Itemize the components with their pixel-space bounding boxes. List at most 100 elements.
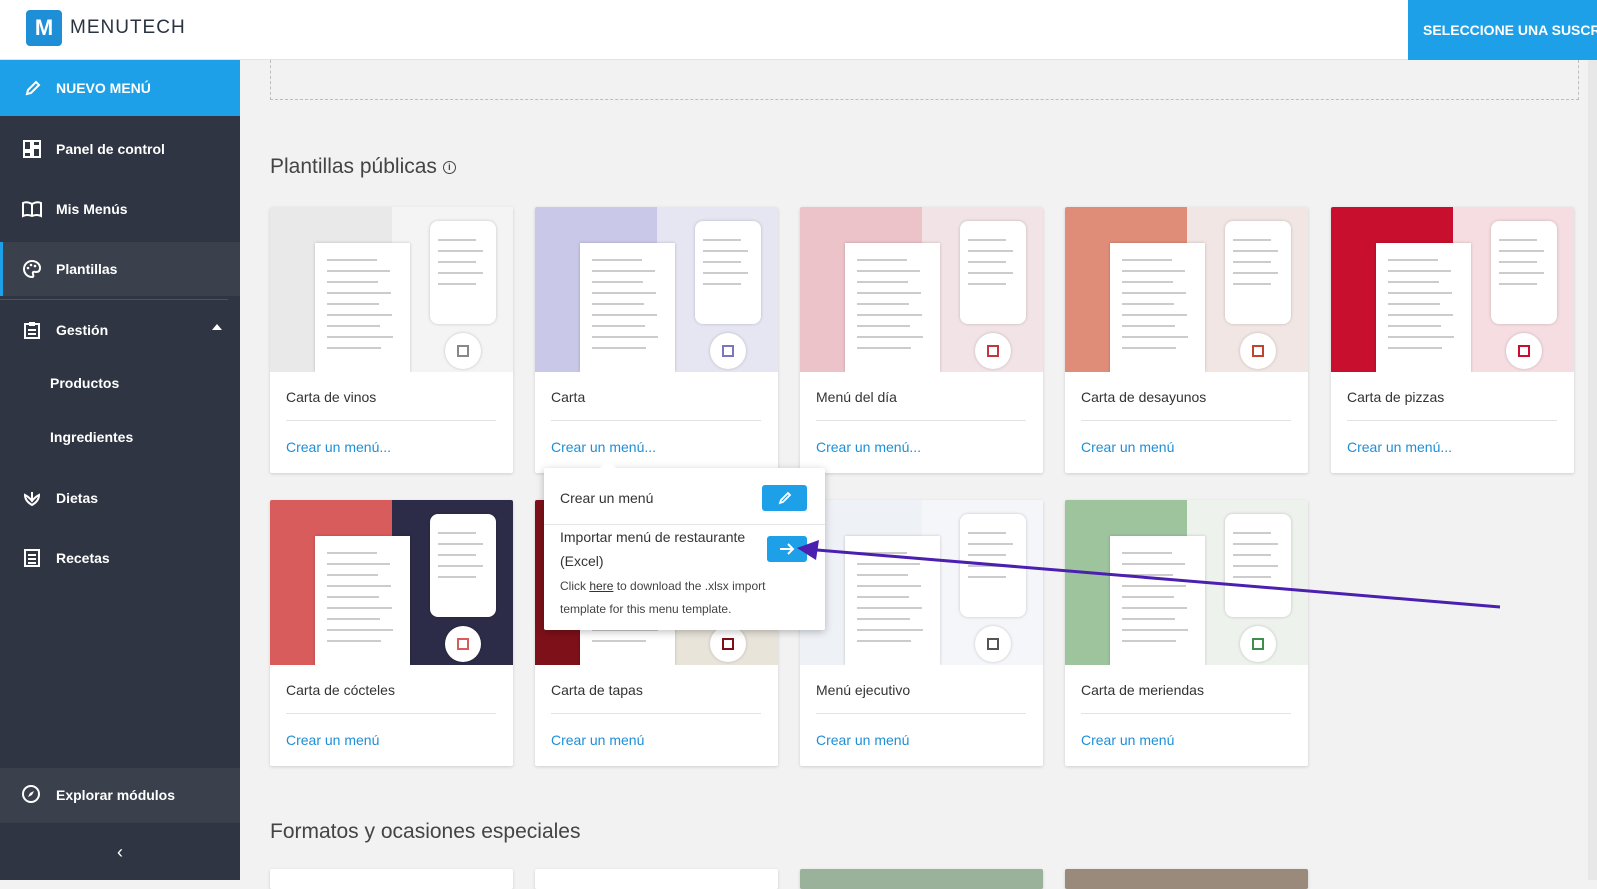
- create-menu-link[interactable]: Crear un menú...: [286, 439, 391, 455]
- card-divider: [1081, 713, 1291, 714]
- sidebar: NUEVO MENÚ Panel de control Mis Menús Pl…: [0, 60, 240, 880]
- sidebar-item-templates[interactable]: Plantillas: [0, 242, 240, 296]
- preview-paper: [1376, 243, 1471, 372]
- create-menu-link[interactable]: Crear un menú: [286, 732, 379, 748]
- preview-phone: [1491, 221, 1557, 324]
- template-preview[interactable]: [1331, 207, 1574, 372]
- template-name: Carta de meriendas: [1081, 682, 1204, 698]
- collapse-caret-icon[interactable]: [212, 324, 222, 330]
- template-card[interactable]: Carta de vinos Crear un menú...: [270, 207, 513, 473]
- template-preview[interactable]: [535, 207, 778, 372]
- template-preview[interactable]: [1065, 207, 1308, 372]
- pencil-icon: [24, 79, 42, 97]
- preview-paper: [845, 536, 940, 665]
- template-preview[interactable]: [270, 500, 513, 665]
- template-card[interactable]: Menú del día Crear un menú...: [800, 207, 1043, 473]
- card-divider: [1081, 420, 1291, 421]
- card-divider: [551, 420, 761, 421]
- sidebar-item-label: Plantillas: [56, 261, 118, 277]
- collapse-sidebar-button[interactable]: ‹: [0, 822, 240, 880]
- card-divider: [286, 713, 496, 714]
- card-divider: [1347, 420, 1557, 421]
- import-menu-label: Importar menú de restaurante (Excel): [560, 529, 746, 569]
- sidebar-item-label: Dietas: [56, 490, 99, 506]
- explore-modules-button[interactable]: Explorar módulos: [0, 768, 240, 822]
- template-card[interactable]: Carta de pizzas Crear un menú...: [1331, 207, 1574, 473]
- qr-code-icon: [445, 626, 481, 662]
- import-help-text: Click here to download the .xlsx import …: [560, 575, 810, 621]
- pencil-icon: [778, 491, 791, 505]
- template-card-partial[interactable]: [535, 869, 778, 889]
- template-preview[interactable]: [800, 207, 1043, 372]
- sidebar-item-my-menus[interactable]: Mis Menús: [0, 182, 240, 236]
- logo[interactable]: M MENUTECH: [26, 10, 186, 46]
- explore-modules-label: Explorar módulos: [56, 787, 176, 803]
- book-icon: [22, 199, 42, 219]
- template-preview[interactable]: [1065, 500, 1308, 665]
- create-menu-link[interactable]: Crear un menú: [551, 732, 644, 748]
- create-menu-link[interactable]: Crear un menú...: [1347, 439, 1452, 455]
- template-name: Carta: [551, 389, 586, 405]
- template-preview[interactable]: [270, 207, 513, 372]
- info-icon[interactable]: i: [442, 160, 456, 174]
- sidebar-subitem-products[interactable]: Productos: [50, 375, 119, 391]
- template-name: Menú del día: [816, 389, 897, 405]
- card-divider: [816, 713, 1026, 714]
- create-menu-link[interactable]: Crear un menú: [816, 732, 909, 748]
- section-title-formats: Formatos y ocasiones especiales: [270, 820, 581, 843]
- logo-text: MENUTECH: [70, 17, 186, 38]
- top-bar: M MENUTECH SELECCIONE UNA SUSCRIPCIÓN: [0, 0, 1597, 60]
- sidebar-item-dashboard[interactable]: Panel de control: [0, 122, 240, 176]
- section-title-text: Plantillas públicas: [270, 155, 437, 178]
- section-title-public-templates: Plantillas públicas i: [270, 155, 456, 179]
- create-menu-link[interactable]: Crear un menú: [1081, 439, 1174, 455]
- qr-code-icon: [975, 333, 1011, 369]
- template-card-partial[interactable]: [800, 869, 1043, 889]
- recipe-icon: [22, 548, 42, 568]
- preview-phone: [695, 221, 761, 324]
- upload-dropzone[interactable]: [270, 60, 1579, 100]
- sidebar-item-label: Panel de control: [56, 141, 165, 157]
- create-menu-link[interactable]: Crear un menú: [1081, 732, 1174, 748]
- create-menu-edit-button[interactable]: [762, 485, 807, 511]
- create-menu-popover: Crear un menú Importar menú de restauran…: [544, 460, 825, 630]
- arrow-right-icon: [780, 543, 795, 555]
- template-card[interactable]: Carta de cócteles Crear un menú: [270, 500, 513, 766]
- template-name: Carta de cócteles: [286, 682, 395, 698]
- create-menu-link[interactable]: Crear un menú...: [551, 439, 656, 455]
- preview-phone: [430, 514, 496, 617]
- template-card-partial[interactable]: [270, 869, 513, 889]
- preview-paper: [845, 243, 940, 372]
- download-template-link[interactable]: here: [589, 579, 613, 593]
- sidebar-item-management[interactable]: Gestión: [0, 303, 240, 357]
- preview-phone: [960, 514, 1026, 617]
- sidebar-item-label: Recetas: [56, 550, 110, 566]
- qr-code-icon: [1240, 626, 1276, 662]
- sidebar-item-label: Mis Menús: [56, 201, 128, 217]
- template-card[interactable]: Carta de desayunos Crear un menú: [1065, 207, 1308, 473]
- preview-phone: [430, 221, 496, 324]
- sidebar-item-recipes[interactable]: Recetas: [0, 531, 240, 585]
- clipboard-icon: [22, 320, 42, 340]
- sidebar-subitem-ingredients[interactable]: Ingredientes: [50, 429, 133, 445]
- template-preview[interactable]: [800, 500, 1043, 665]
- scrollbar[interactable]: [1588, 60, 1597, 880]
- sidebar-item-label: Gestión: [56, 322, 109, 338]
- logo-mark-icon: M: [26, 10, 62, 46]
- template-card[interactable]: Carta Crear un menú...: [535, 207, 778, 473]
- sidebar-item-diets[interactable]: Dietas: [0, 471, 240, 525]
- compass-icon: [22, 785, 42, 805]
- new-menu-button[interactable]: NUEVO MENÚ: [0, 60, 240, 116]
- import-excel-button[interactable]: [767, 536, 807, 562]
- create-menu-link[interactable]: Crear un menú...: [816, 439, 921, 455]
- template-name: Menú ejecutivo: [816, 682, 911, 698]
- template-card[interactable]: Menú ejecutivo Crear un menú: [800, 500, 1043, 766]
- qr-code-icon: [445, 333, 481, 369]
- dashboard-icon: [22, 139, 42, 159]
- preview-phone: [1225, 514, 1291, 617]
- preview-phone: [1225, 221, 1291, 324]
- qr-code-icon: [1506, 333, 1542, 369]
- subscribe-button[interactable]: SELECCIONE UNA SUSCRIPCIÓN: [1408, 0, 1597, 60]
- template-card-partial[interactable]: [1065, 869, 1308, 889]
- template-card[interactable]: Carta de meriendas Crear un menú: [1065, 500, 1308, 766]
